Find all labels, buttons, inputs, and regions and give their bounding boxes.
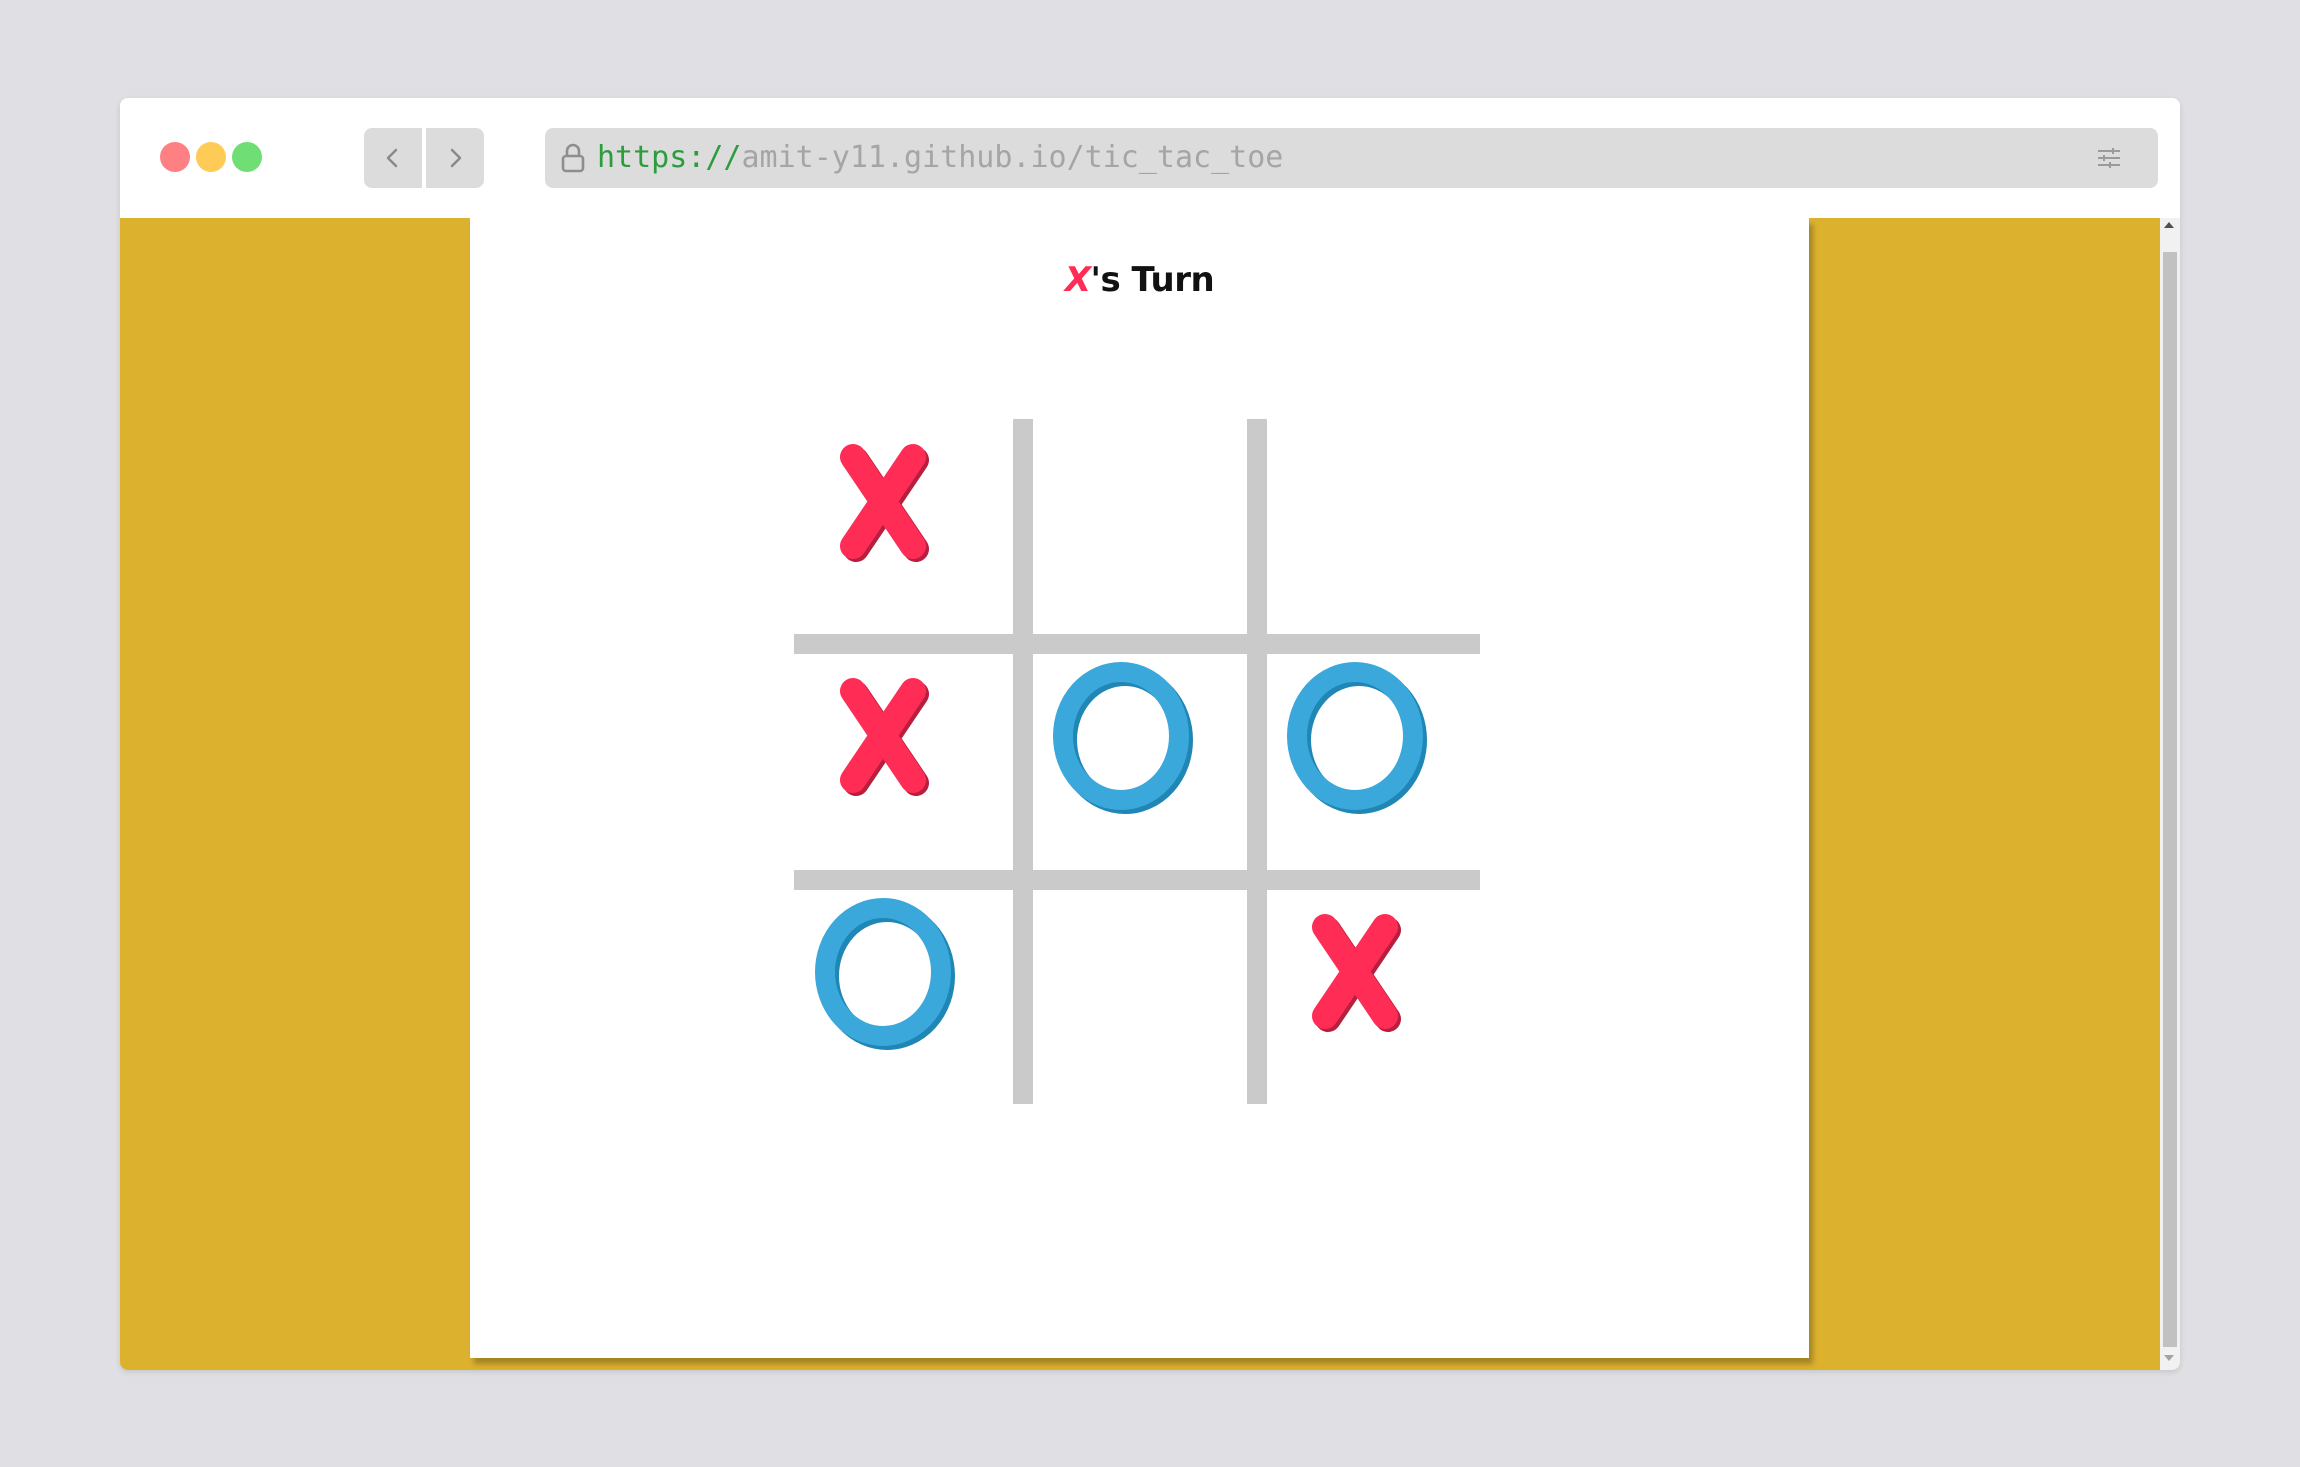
- sliders-icon: [2098, 148, 2120, 168]
- grid-line-vertical: [1247, 419, 1267, 1104]
- o-mark-icon: [1053, 662, 1193, 814]
- grid-line-horizontal: [794, 634, 1480, 654]
- board-cell[interactable]: [794, 419, 1004, 629]
- board-cell[interactable]: [1266, 653, 1476, 863]
- address-text: https://amit-y11.github.io/tic_tac_toe: [597, 128, 1283, 188]
- forward-button[interactable]: [426, 128, 484, 188]
- x-mark-icon: [840, 678, 929, 796]
- browser-window: https://amit-y11.github.io/tic_tac_toe X…: [120, 98, 2180, 1370]
- back-button[interactable]: [364, 128, 422, 188]
- board-cell[interactable]: [1266, 889, 1476, 1099]
- minimize-window-button[interactable]: [196, 142, 226, 172]
- board-cell[interactable]: [1032, 653, 1242, 863]
- game-page: X's Turn: [470, 218, 1809, 1358]
- x-mark-icon: [1312, 914, 1401, 1032]
- board-cell[interactable]: [1266, 419, 1476, 629]
- chevron-left-icon: [386, 148, 398, 168]
- board-cell[interactable]: [1032, 889, 1242, 1099]
- o-mark-icon: [815, 898, 955, 1050]
- scroll-down-arrow[interactable]: [2164, 1355, 2174, 1361]
- scrollbar-thumb[interactable]: [2163, 252, 2177, 1347]
- board-cell[interactable]: [794, 889, 1004, 1099]
- url-path: amit-y11.github.io/tic_tac_toe: [741, 140, 1284, 175]
- chevron-right-icon: [450, 148, 462, 168]
- browser-toolbar: https://amit-y11.github.io/tic_tac_toe: [120, 98, 2180, 218]
- turn-player: X: [1064, 260, 1091, 300]
- close-window-button[interactable]: [160, 142, 190, 172]
- turn-text: 's Turn: [1090, 260, 1215, 300]
- turn-indicator: X's Turn: [470, 260, 1809, 300]
- o-mark-icon: [1287, 662, 1427, 814]
- page-viewport: X's Turn: [120, 218, 2180, 1370]
- grid-line-vertical: [1013, 419, 1033, 1104]
- url-scheme: https://: [597, 140, 742, 175]
- game-board: [794, 419, 1480, 1104]
- maximize-window-button[interactable]: [232, 142, 262, 172]
- scroll-up-arrow[interactable]: [2164, 222, 2174, 228]
- vertical-scrollbar[interactable]: [2160, 218, 2180, 1370]
- board-cell[interactable]: [1032, 419, 1242, 629]
- board-cell[interactable]: [794, 653, 1004, 863]
- menu-button[interactable]: [2079, 128, 2139, 188]
- grid-line-horizontal: [794, 870, 1480, 890]
- x-mark-icon: [840, 444, 929, 562]
- address-bar[interactable]: https://amit-y11.github.io/tic_tac_toe: [545, 128, 2158, 188]
- lock-icon: [561, 143, 585, 173]
